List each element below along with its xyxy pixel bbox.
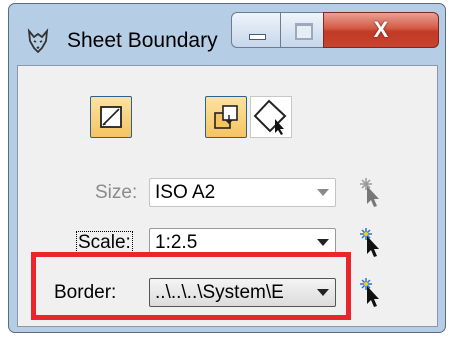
size-value: ISO A2 xyxy=(155,182,216,203)
minimize-button[interactable] xyxy=(231,12,281,48)
rotate-boundary-icon xyxy=(253,99,287,135)
border-label: Border: xyxy=(54,282,117,303)
dialog-body: Size: ISO A2 Scale: 1:2.5 Border: ..\..\… xyxy=(17,65,438,327)
scale-value: 1:2.5 xyxy=(155,232,198,253)
scale-row: Scale: 1:2.5 xyxy=(18,226,439,260)
close-icon: X xyxy=(373,17,389,42)
chevron-down-icon xyxy=(317,289,329,296)
scale-label: Scale: xyxy=(76,231,133,255)
close-button[interactable]: X xyxy=(323,12,439,48)
rotate-boundary-button[interactable] xyxy=(250,96,292,138)
window-controls: X xyxy=(231,12,441,50)
maximize-button[interactable] xyxy=(280,12,324,48)
sheet-boundary-window: Sheet Boundary X Size: ISO A2 Scale: 1:2… xyxy=(8,3,446,333)
pick-cursor-icon[interactable] xyxy=(358,226,384,258)
window-title: Sheet Boundary xyxy=(67,29,218,52)
pick-cursor-icon[interactable] xyxy=(358,176,384,208)
size-label: Size: xyxy=(95,182,138,203)
size-dropdown[interactable]: ISO A2 xyxy=(149,178,336,207)
chevron-down-icon xyxy=(317,239,329,246)
sheet-placement-button[interactable] xyxy=(205,96,247,138)
scale-dropdown[interactable]: 1:2.5 xyxy=(149,228,336,257)
boundary-placement-button[interactable] xyxy=(90,96,132,138)
border-dropdown[interactable]: ..\..\..\System\E xyxy=(149,278,336,307)
title-bar[interactable]: Sheet Boundary X xyxy=(9,4,445,74)
wolf-head-icon xyxy=(23,26,53,56)
size-row: Size: ISO A2 xyxy=(18,176,439,210)
border-value: ..\..\..\System\E xyxy=(155,282,284,303)
minimize-icon xyxy=(249,34,266,40)
border-row: Border: ..\..\..\System\E xyxy=(18,276,439,310)
maximize-icon xyxy=(295,23,313,40)
pick-cursor-icon[interactable] xyxy=(358,276,384,308)
chevron-down-icon xyxy=(317,189,329,196)
sheet-placement-icon xyxy=(214,105,238,129)
boundary-placement-icon xyxy=(100,106,122,128)
